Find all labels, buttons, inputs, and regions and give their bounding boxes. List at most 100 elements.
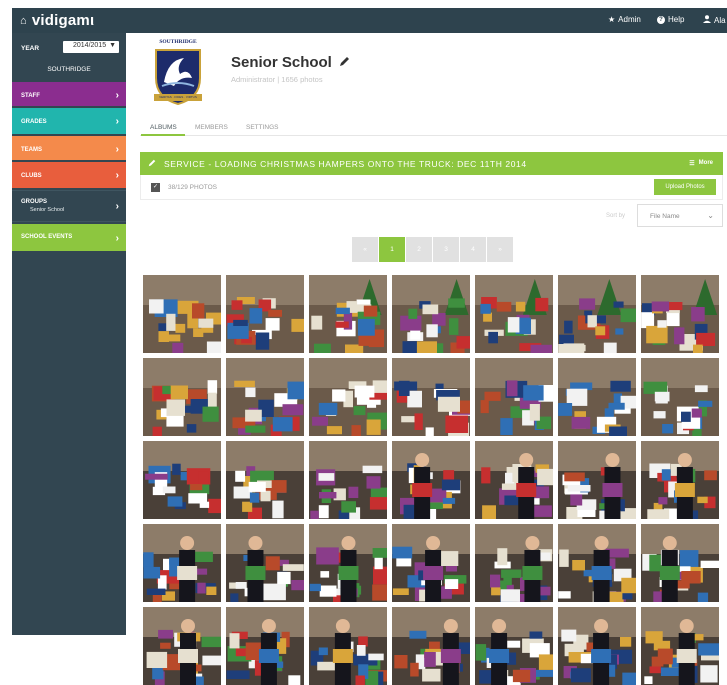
upload-photos-button[interactable]: Upload Photos [654,179,716,195]
user-icon [703,15,711,25]
sidebar-item-sublabel: Senior School [30,207,64,213]
page-2-button[interactable]: 2 [406,237,432,262]
user-menu[interactable]: Ala [703,15,726,25]
photo-thumbnail[interactable] [475,275,553,353]
active-tab-indicator [141,134,185,136]
sidebar-item-teams[interactable]: TEAMS › [12,136,126,160]
photo-thumbnail[interactable] [641,441,719,519]
sidebar-item-grades[interactable]: GRADES › [12,108,126,134]
sidebar-item-label: CLUBS [21,173,42,179]
chevron-down-icon: ⌄ [707,211,714,220]
album-toolbar: ✓ 38/129 PHOTOS Upload Photos [140,175,723,200]
page-1-button[interactable]: 1 [379,237,405,262]
sidebar-item-label: GROUPS [21,199,47,205]
year-selector-row: YEAR 2014/2015 ▼ [12,33,126,60]
pagination: « 1 2 3 4 » [352,237,513,262]
tab-settings[interactable]: SETTINGS [246,124,279,131]
photo-thumbnail[interactable] [475,358,553,436]
sidebar: YEAR 2014/2015 ▼ SOUTHRIDGE STAFF › GRAD… [12,33,126,635]
sidebar-item-label: GRADES [21,119,47,125]
home-icon: ⌂ [20,15,27,27]
chevron-right-icon: › [116,201,119,212]
photo-thumbnail[interactable] [392,607,470,685]
sidebar-item-staff[interactable]: STAFF › [12,82,126,106]
page-title: Senior School [231,54,350,71]
page-3-button[interactable]: 3 [433,237,459,262]
question-icon: ? [657,16,665,24]
photo-thumbnail[interactable] [475,441,553,519]
photo-thumbnail[interactable] [641,524,719,602]
page-prev-button[interactable]: « [352,237,378,262]
photo-thumbnail[interactable] [143,441,221,519]
page-4-button[interactable]: 4 [460,237,486,262]
photo-thumbnail[interactable] [226,607,304,685]
list-icon: ☰ [689,160,694,167]
photo-thumbnail[interactable] [226,275,304,353]
photo-thumbnail[interactable] [143,607,221,685]
sidebar-item-label: SCHOOL EVENTS [21,234,72,240]
sort-value: File Name [650,213,680,220]
chevron-right-icon: › [116,233,119,244]
select-all-checkbox[interactable]: ✓ [151,183,160,192]
page-next-button[interactable]: » [487,237,513,262]
photo-thumbnail[interactable] [226,358,304,436]
photo-thumbnail[interactable] [641,275,719,353]
logo-text: vidigamι [32,12,94,29]
year-dropdown[interactable]: 2014/2015 ▼ [63,41,119,53]
photo-thumbnail[interactable] [226,524,304,602]
photo-thumbnail[interactable] [392,358,470,436]
photo-thumbnail[interactable] [475,607,553,685]
sidebar-item-label: TEAMS [21,147,42,153]
tab-bar: ALBUMS MEMBERS SETTINGS [140,120,727,136]
photo-thumbnail[interactable] [143,524,221,602]
photo-thumbnail[interactable] [558,441,636,519]
help-link[interactable]: ? Help [657,15,684,24]
caret-down-icon: ▼ [109,42,116,49]
photo-thumbnail[interactable] [143,275,221,353]
sidebar-item-label: STAFF [21,93,40,99]
user-label: Ala [714,16,726,25]
help-label: Help [668,15,684,24]
pencil-edit-icon[interactable] [339,56,350,70]
album-header: SERVICE - LOADING CHRISTMAS HAMPERS ONTO… [140,152,723,175]
school-name: SOUTHRIDGE [12,66,126,73]
photo-thumbnail[interactable] [392,441,470,519]
photo-count: 38/129 PHOTOS [168,184,217,191]
photo-thumbnail[interactable] [558,607,636,685]
admin-link[interactable]: ★ Admin [608,15,641,24]
photo-thumbnail[interactable] [309,524,387,602]
photo-thumbnail[interactable] [309,358,387,436]
admin-label: Admin [618,15,641,24]
photo-thumbnail[interactable] [558,275,636,353]
photo-thumbnail[interactable] [392,524,470,602]
vidigami-logo[interactable]: ⌂ vidigamι [20,12,94,29]
crest-title: SOUTHRIDGE [150,39,206,45]
more-label: More [699,160,713,167]
sort-label: Sort by [606,213,625,219]
photo-thumbnail[interactable] [392,275,470,353]
sidebar-item-groups[interactable]: GROUPS Senior School › [12,190,126,222]
sidebar-item-clubs[interactable]: CLUBS › [12,162,126,188]
page-title-text: Senior School [231,54,332,71]
tab-members[interactable]: MEMBERS [195,124,228,131]
photo-thumbnail[interactable] [641,607,719,685]
sidebar-item-school-events[interactable]: SCHOOL EVENTS › [12,224,126,251]
sort-dropdown[interactable]: File Name ⌄ [637,204,723,227]
page-subtitle: Administrator | 1656 photos [231,75,323,84]
photo-thumbnail[interactable] [309,275,387,353]
photo-thumbnail[interactable] [558,524,636,602]
top-navigation-bar: ⌂ vidigamι ★ Admin ? Help Ala [12,8,727,33]
pencil-edit-icon[interactable] [148,159,156,169]
photo-thumbnail[interactable] [641,358,719,436]
year-label: YEAR [21,45,39,52]
photo-thumbnail[interactable] [226,441,304,519]
tab-albums[interactable]: ALBUMS [150,124,177,131]
photo-thumbnail[interactable] [309,607,387,685]
photo-thumbnail[interactable] [143,358,221,436]
photo-thumbnail[interactable] [475,524,553,602]
photo-thumbnail[interactable] [309,441,387,519]
more-menu-button[interactable]: ☰ More [689,160,713,167]
photo-grid [143,275,727,635]
star-icon: ★ [608,15,615,24]
photo-thumbnail[interactable] [558,358,636,436]
